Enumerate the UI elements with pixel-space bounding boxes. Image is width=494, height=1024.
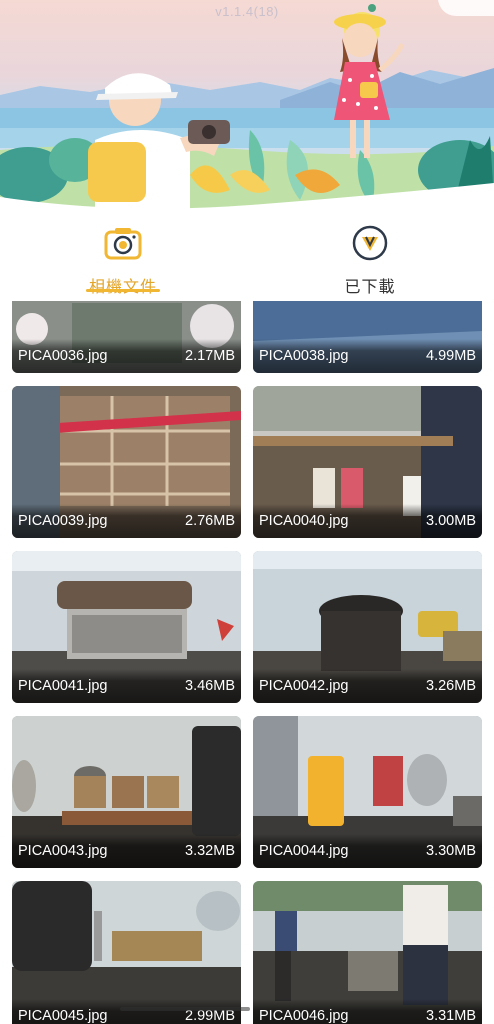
file-caption: PICA0039.jpg 2.76MB [12, 504, 241, 538]
file-name: PICA0039.jpg [18, 513, 108, 529]
file-size: 3.31MB [426, 1008, 476, 1024]
file-card[interactable]: PICA0042.jpg 3.26MB [253, 551, 482, 703]
file-size: 3.32MB [185, 843, 235, 859]
active-tab-indicator [86, 289, 160, 292]
file-size: 3.30MB [426, 843, 476, 859]
file-name: PICA0040.jpg [259, 513, 349, 529]
file-caption: PICA0038.jpg 4.99MB [253, 339, 482, 373]
file-card[interactable]: PICA0044.jpg 3.30MB [253, 716, 482, 868]
header-banner: v1.1.4(18) [0, 0, 494, 215]
file-caption: PICA0040.jpg 3.00MB [253, 504, 482, 538]
banner-curve [0, 183, 494, 215]
file-caption: PICA0046.jpg 3.31MB [253, 999, 482, 1024]
file-card[interactable]: PICA0045.jpg 2.99MB [12, 881, 241, 1024]
file-size: 2.17MB [185, 348, 235, 364]
file-card[interactable]: PICA0043.jpg 3.32MB [12, 716, 241, 868]
file-card[interactable]: PICA0039.jpg 2.76MB [12, 386, 241, 538]
app-version: v1.1.4(18) [215, 4, 279, 19]
file-name: PICA0045.jpg [18, 1008, 108, 1024]
file-size: 3.26MB [426, 678, 476, 694]
file-name: PICA0038.jpg [259, 348, 349, 364]
file-card[interactable]: PICA0046.jpg 3.31MB [253, 881, 482, 1024]
file-caption: PICA0044.jpg 3.30MB [253, 834, 482, 868]
file-size: 3.00MB [426, 513, 476, 529]
file-size: 2.76MB [185, 513, 235, 529]
file-caption: PICA0045.jpg 2.99MB [12, 999, 241, 1024]
file-size: 3.46MB [185, 678, 235, 694]
file-grid: PICA0036.jpg 2.17MB PICA0038.jpg 4.99MB [0, 301, 494, 1024]
file-card[interactable]: PICA0041.jpg 3.46MB [12, 551, 241, 703]
file-name: PICA0043.jpg [18, 843, 108, 859]
file-name: PICA0036.jpg [18, 348, 108, 364]
file-name: PICA0044.jpg [259, 843, 349, 859]
tab-bar: 相機文件 已下載 [0, 215, 494, 301]
file-caption: PICA0036.jpg 2.17MB [12, 339, 241, 373]
tab-downloaded[interactable]: 已下載 [300, 223, 440, 301]
file-card[interactable]: PICA0038.jpg 4.99MB [253, 301, 482, 373]
camera-icon [103, 223, 143, 263]
file-name: PICA0041.jpg [18, 678, 108, 694]
file-name: PICA0046.jpg [259, 1008, 349, 1024]
tab-label: 已下載 [344, 277, 396, 296]
tab-label: 相機文件 [88, 277, 157, 296]
file-card[interactable]: PICA0036.jpg 2.17MB [12, 301, 241, 373]
file-caption: PICA0042.jpg 3.26MB [253, 669, 482, 703]
file-card[interactable]: PICA0040.jpg 3.00MB [253, 386, 482, 538]
file-name: PICA0042.jpg [259, 678, 349, 694]
scroll-indicator [120, 1007, 250, 1011]
file-size: 4.99MB [426, 348, 476, 364]
file-caption: PICA0041.jpg 3.46MB [12, 669, 241, 703]
file-caption: PICA0043.jpg 3.32MB [12, 834, 241, 868]
download-icon [350, 223, 390, 263]
